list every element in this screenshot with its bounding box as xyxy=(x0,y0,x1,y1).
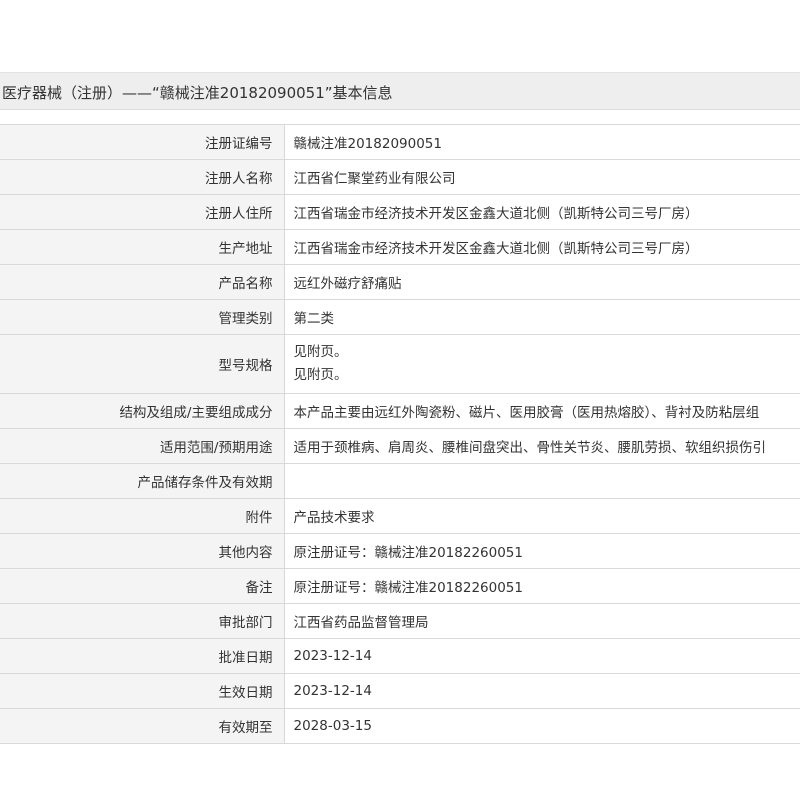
row-value: 第二类 xyxy=(284,299,800,335)
table-row-approval-date: 批准日期 2023-12-14 xyxy=(0,638,800,674)
table-row-registrant-address: 注册人住所 江西省瑞金市经济技术开发区金鑫大道北侧（凯斯特公司三号厂房） xyxy=(0,194,800,230)
row-value-line: 见附页。 xyxy=(293,344,348,360)
row-value: 赣械注准20182090051 xyxy=(284,124,800,160)
row-label: 有效期至 xyxy=(0,708,285,744)
table-row-model-spec: 型号规格 见附页。 见附页。 xyxy=(0,334,800,394)
row-value: 产品技术要求 xyxy=(284,498,800,534)
table-row-registrant-name: 注册人名称 江西省仁聚堂药业有限公司 xyxy=(0,159,800,195)
table-row-approval-dept: 审批部门 江西省药品监督管理局 xyxy=(0,603,800,639)
row-label: 注册证编号 xyxy=(0,124,285,160)
page: 医疗器械（注册）——“赣械注准20182090051”基本信息 注册证编号 赣械… xyxy=(0,0,800,800)
table-row-registration-number: 注册证编号 赣械注准20182090051 xyxy=(0,124,800,160)
table-row-effective-date: 生效日期 2023-12-14 xyxy=(0,673,800,709)
row-value: 2023-12-14 xyxy=(284,673,800,709)
table-row-valid-until: 有效期至 2028-03-15 xyxy=(0,708,800,744)
table-row-management-class: 管理类别 第二类 xyxy=(0,299,800,335)
row-value: 江西省瑞金市经济技术开发区金鑫大道北侧（凯斯特公司三号厂房） xyxy=(284,194,800,230)
table-row-other-content: 其他内容 原注册证号：赣械注准20182260051 xyxy=(0,533,800,569)
row-value: 本产品主要由远红外陶瓷粉、磁片、医用胶膏（医用热熔胶）、背衬及防粘层组 xyxy=(284,393,800,429)
row-value-line: 见附页。 xyxy=(293,367,348,383)
table-row-remarks: 备注 原注册证号：赣械注准20182260051 xyxy=(0,568,800,604)
row-label: 生效日期 xyxy=(0,673,285,709)
table-row-storage: 产品储存条件及有效期 xyxy=(0,463,800,499)
row-label: 注册人住所 xyxy=(0,194,285,230)
row-value: 江西省仁聚堂药业有限公司 xyxy=(284,159,800,195)
row-label: 产品名称 xyxy=(0,264,285,300)
row-label: 其他内容 xyxy=(0,533,285,569)
table-row-intended-use: 适用范围/预期用途 适用于颈椎病、肩周炎、腰椎间盘突出、骨性关节炎、腰肌劳损、软… xyxy=(0,428,800,464)
row-label: 生产地址 xyxy=(0,229,285,265)
row-label: 批准日期 xyxy=(0,638,285,674)
page-title: 医疗器械（注册）——“赣械注准20182090051”基本信息 xyxy=(2,84,393,102)
row-label: 注册人名称 xyxy=(0,159,285,195)
row-value: 江西省瑞金市经济技术开发区金鑫大道北侧（凯斯特公司三号厂房） xyxy=(284,229,800,265)
row-value: 原注册证号：赣械注准20182260051 xyxy=(284,533,800,569)
row-value: 2023-12-14 xyxy=(284,638,800,674)
row-value: 适用于颈椎病、肩周炎、腰椎间盘突出、骨性关节炎、腰肌劳损、软组织损伤引 xyxy=(284,428,800,464)
row-value: 江西省药品监督管理局 xyxy=(284,603,800,639)
row-label: 备注 xyxy=(0,568,285,604)
row-label: 结构及组成/主要组成成分 xyxy=(0,393,285,429)
table-row-structure: 结构及组成/主要组成成分 本产品主要由远红外陶瓷粉、磁片、医用胶膏（医用热熔胶）… xyxy=(0,393,800,429)
row-label: 型号规格 xyxy=(0,334,285,394)
table-row-production-address: 生产地址 江西省瑞金市经济技术开发区金鑫大道北侧（凯斯特公司三号厂房） xyxy=(0,229,800,265)
row-value: 见附页。 见附页。 xyxy=(284,334,800,394)
row-label: 适用范围/预期用途 xyxy=(0,428,285,464)
row-value: 2028-03-15 xyxy=(284,708,800,744)
row-value: 远红外磁疗舒痛贴 xyxy=(284,264,800,300)
info-table: 注册证编号 赣械注准20182090051 注册人名称 江西省仁聚堂药业有限公司… xyxy=(0,124,800,744)
table-row-product-name: 产品名称 远红外磁疗舒痛贴 xyxy=(0,264,800,300)
row-label: 审批部门 xyxy=(0,603,285,639)
row-label: 管理类别 xyxy=(0,299,285,335)
row-value: 原注册证号：赣械注准20182260051 xyxy=(284,568,800,604)
table-row-attachment: 附件 产品技术要求 xyxy=(0,498,800,534)
row-value xyxy=(284,463,800,499)
title-bar: 医疗器械（注册）——“赣械注准20182090051”基本信息 xyxy=(0,72,800,110)
row-label: 附件 xyxy=(0,498,285,534)
row-label: 产品储存条件及有效期 xyxy=(0,463,285,499)
